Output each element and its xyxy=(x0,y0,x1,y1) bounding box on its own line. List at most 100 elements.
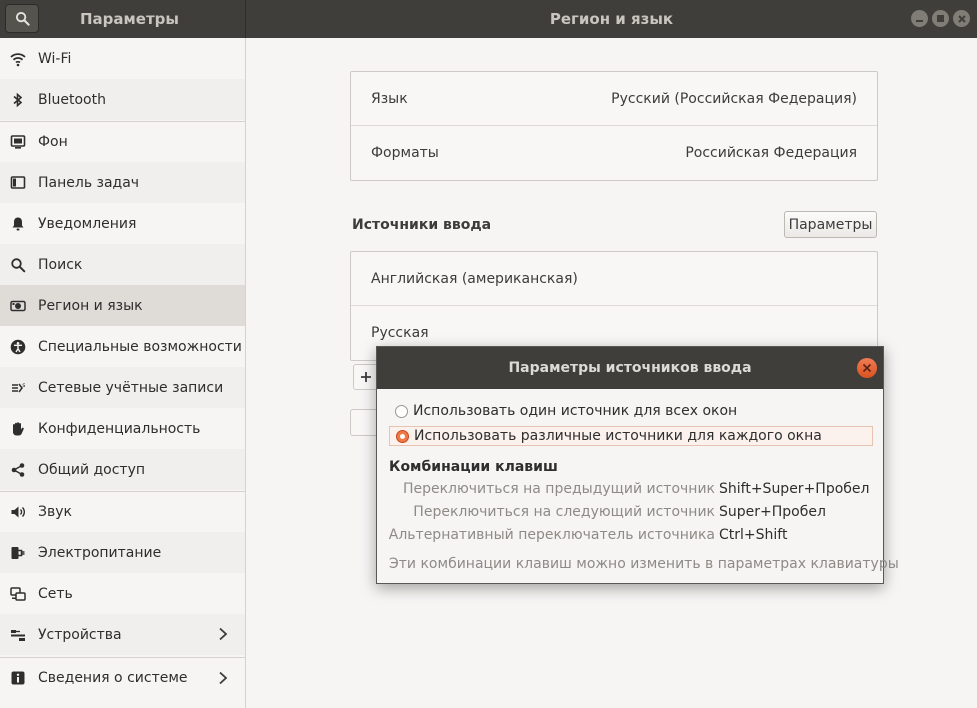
sidebar-item-label: Bluetooth xyxy=(38,91,106,108)
sidebar-item-wifi[interactable]: Wi-Fi xyxy=(0,38,245,79)
online-accounts-icon: s xyxy=(10,380,26,396)
sidebar-item-privacy[interactable]: Конфиденциальность xyxy=(0,408,245,449)
shortcut-label: Альтернативный переключатель источника xyxy=(388,527,715,543)
minimize-icon xyxy=(916,20,923,22)
input-sources-options-dialog: Параметры источников ввода Использовать … xyxy=(376,346,899,584)
sidebar-item-sharing[interactable]: Общий доступ xyxy=(0,449,245,490)
accessibility-icon xyxy=(10,339,26,355)
sidebar-header: Параметры xyxy=(0,0,246,38)
maximize-icon xyxy=(937,15,944,22)
sidebar-item-label: Сетевые учётные записи xyxy=(38,379,224,396)
sidebar-item-label: Уведомления xyxy=(38,215,137,232)
chevron-right-icon xyxy=(219,627,228,641)
sidebar-item-accessibility[interactable]: Специальные возможности xyxy=(0,326,245,367)
speaker-icon xyxy=(10,504,26,520)
sidebar-item-label: Сведения о системе xyxy=(38,670,188,686)
chevron-right-icon xyxy=(219,671,228,685)
app-title: Параметры xyxy=(80,10,179,28)
devices-icon xyxy=(10,627,26,643)
radio-per-window-source[interactable]: Использовать различные источники для каж… xyxy=(389,426,873,446)
dialog-title: Параметры источников ввода xyxy=(508,360,752,376)
sidebar-item-label: Звук xyxy=(38,504,72,520)
shortcut-row: Альтернативный переключатель источника C… xyxy=(377,527,885,547)
sidebar: Wi-Fi Bluetooth Фон Панель задач Уведомл… xyxy=(0,38,246,708)
input-source-label: Английская (американская) xyxy=(371,270,578,287)
sidebar-item-power[interactable]: Электропитание xyxy=(0,532,245,573)
page-title: Регион и язык xyxy=(549,10,674,28)
language-formats-list: Язык Русский (Российская Федерация) Форм… xyxy=(350,71,878,181)
sidebar-item-devices[interactable]: Устройства xyxy=(0,614,245,655)
bluetooth-icon xyxy=(10,92,26,108)
radio-unchecked-icon xyxy=(395,404,408,418)
language-value: Русский (Российская Федерация) xyxy=(611,90,857,107)
sidebar-item-network[interactable]: Сеть xyxy=(0,573,245,614)
sidebar-item-label: Поиск xyxy=(38,256,83,273)
close-icon xyxy=(862,363,872,373)
sidebar-item-label: Электропитание xyxy=(38,544,162,561)
shortcuts-heading: Комбинации клавиш xyxy=(389,459,558,475)
background-icon xyxy=(10,134,26,150)
sidebar-item-search[interactable]: Поиск xyxy=(0,244,245,285)
region-icon xyxy=(10,298,26,314)
search-icon xyxy=(15,11,30,26)
svg-text:s: s xyxy=(22,382,25,389)
shortcut-row: Переключиться на предыдущий источник Shi… xyxy=(377,481,885,501)
sidebar-item-notifications[interactable]: Уведомления xyxy=(0,203,245,244)
sidebar-item-sound[interactable]: Звук xyxy=(0,491,245,532)
sidebar-item-label: Регион и язык xyxy=(38,297,143,314)
shortcut-label: Переключиться на предыдущий источник xyxy=(402,481,715,497)
bell-icon xyxy=(10,216,26,232)
power-plug-icon xyxy=(10,545,26,561)
radio-label: Использовать один источник для всех окон xyxy=(413,403,738,419)
formats-row[interactable]: Форматы Российская Федерация xyxy=(351,126,877,180)
input-sources-list: Английская (американская) Русская xyxy=(350,251,878,361)
maximize-button[interactable] xyxy=(932,10,949,27)
window-controls xyxy=(911,10,970,27)
shortcut-keys: Shift+Super+Пробел xyxy=(719,481,870,497)
shortcut-keys: Ctrl+Shift xyxy=(719,527,788,543)
sidebar-item-online-accounts[interactable]: s Сетевые учётные записи xyxy=(0,367,245,408)
wifi-icon xyxy=(10,51,26,67)
sidebar-item-label: Общий доступ xyxy=(38,461,146,478)
input-source-row[interactable]: Английская (американская) xyxy=(351,252,877,306)
dialog-close-button[interactable] xyxy=(857,358,877,378)
formats-label: Форматы xyxy=(371,145,439,161)
radio-label: Использовать различные источники для каж… xyxy=(414,428,822,444)
sidebar-item-label: Устройства xyxy=(38,626,122,643)
share-icon xyxy=(10,462,26,478)
plus-icon xyxy=(361,372,371,382)
header-bar: Параметры Регион и язык xyxy=(0,0,977,38)
language-row[interactable]: Язык Русский (Российская Федерация) xyxy=(351,72,877,126)
sidebar-item-label: Wi-Fi xyxy=(38,50,72,67)
sidebar-item-label: Специальные возможности xyxy=(38,338,242,355)
dock-icon xyxy=(10,175,26,191)
sidebar-item-bluetooth[interactable]: Bluetooth xyxy=(0,79,245,120)
input-sources-heading: Источники ввода xyxy=(352,217,492,233)
privacy-hand-icon xyxy=(10,421,26,437)
dialog-header: Параметры источников ввода xyxy=(377,347,883,389)
sidebar-item-label: Конфиденциальность xyxy=(38,420,201,437)
shortcut-label: Переключиться на следующий источник xyxy=(413,504,715,520)
sidebar-item-about[interactable]: Сведения о системе xyxy=(0,657,245,698)
sidebar-item-background[interactable]: Фон xyxy=(0,121,245,162)
shortcut-keys: Super+Пробел xyxy=(719,504,826,520)
close-button[interactable] xyxy=(953,10,970,27)
keyboard-settings-note[interactable]: Эти комбинации клавиш можно изменить в п… xyxy=(389,556,899,572)
radio-same-source[interactable]: Использовать один источник для всех окон xyxy=(389,401,873,421)
input-source-label: Русская xyxy=(371,325,429,341)
language-label: Язык xyxy=(371,90,408,107)
search-button[interactable] xyxy=(5,4,39,33)
minimize-button[interactable] xyxy=(911,10,928,27)
formats-value: Российская Федерация xyxy=(685,145,857,161)
sidebar-item-dock[interactable]: Панель задач xyxy=(0,162,245,203)
shortcut-row: Переключиться на следующий источник Supe… xyxy=(377,504,885,524)
search-icon xyxy=(10,257,26,273)
sidebar-item-label: Панель задач xyxy=(38,174,140,191)
input-sources-options-button[interactable]: Параметры xyxy=(784,211,877,238)
info-icon xyxy=(10,670,26,686)
sidebar-item-label: Сеть xyxy=(38,585,73,602)
close-icon xyxy=(957,14,966,23)
radio-checked-icon xyxy=(396,429,409,443)
sidebar-item-region-language[interactable]: Регион и язык xyxy=(0,285,245,326)
sidebar-item-label: Фон xyxy=(38,134,68,150)
